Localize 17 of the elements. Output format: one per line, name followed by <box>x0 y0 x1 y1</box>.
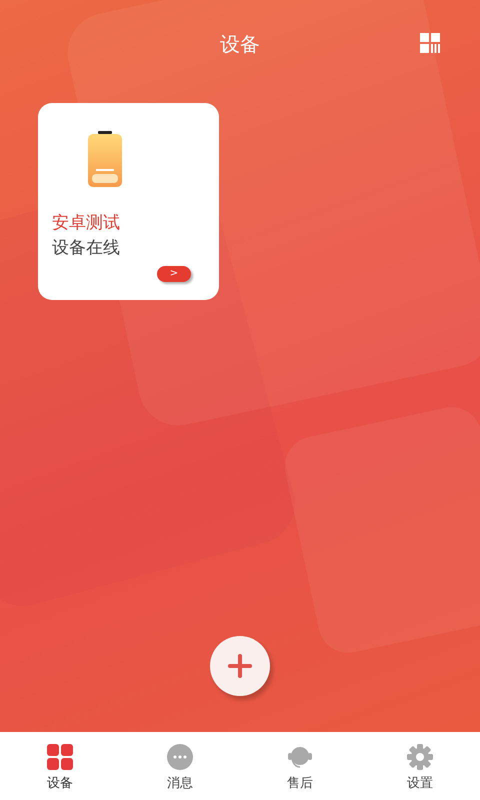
device-status: 设备在线 <box>52 237 121 260</box>
chat-icon <box>167 744 193 770</box>
device-card[interactable]: 安卓测试 设备在线 > <box>38 103 219 300</box>
plus-icon <box>228 654 252 678</box>
page-title: 设备 <box>220 30 260 58</box>
tab[interactable]: 售后 <box>240 732 360 800</box>
grid-icon <box>47 744 73 770</box>
add-button[interactable] <box>210 636 270 696</box>
tab[interactable]: 消息 <box>120 732 240 800</box>
headset-icon <box>287 744 313 770</box>
tab[interactable]: 设置 <box>360 732 480 800</box>
battery-icon <box>88 131 122 187</box>
tab[interactable]: 设备 <box>0 732 120 800</box>
scan-icon[interactable] <box>420 33 440 53</box>
detail-button[interactable]: > <box>157 266 191 282</box>
settings-icon <box>407 744 433 770</box>
device-name: 安卓测试 <box>52 212 121 235</box>
